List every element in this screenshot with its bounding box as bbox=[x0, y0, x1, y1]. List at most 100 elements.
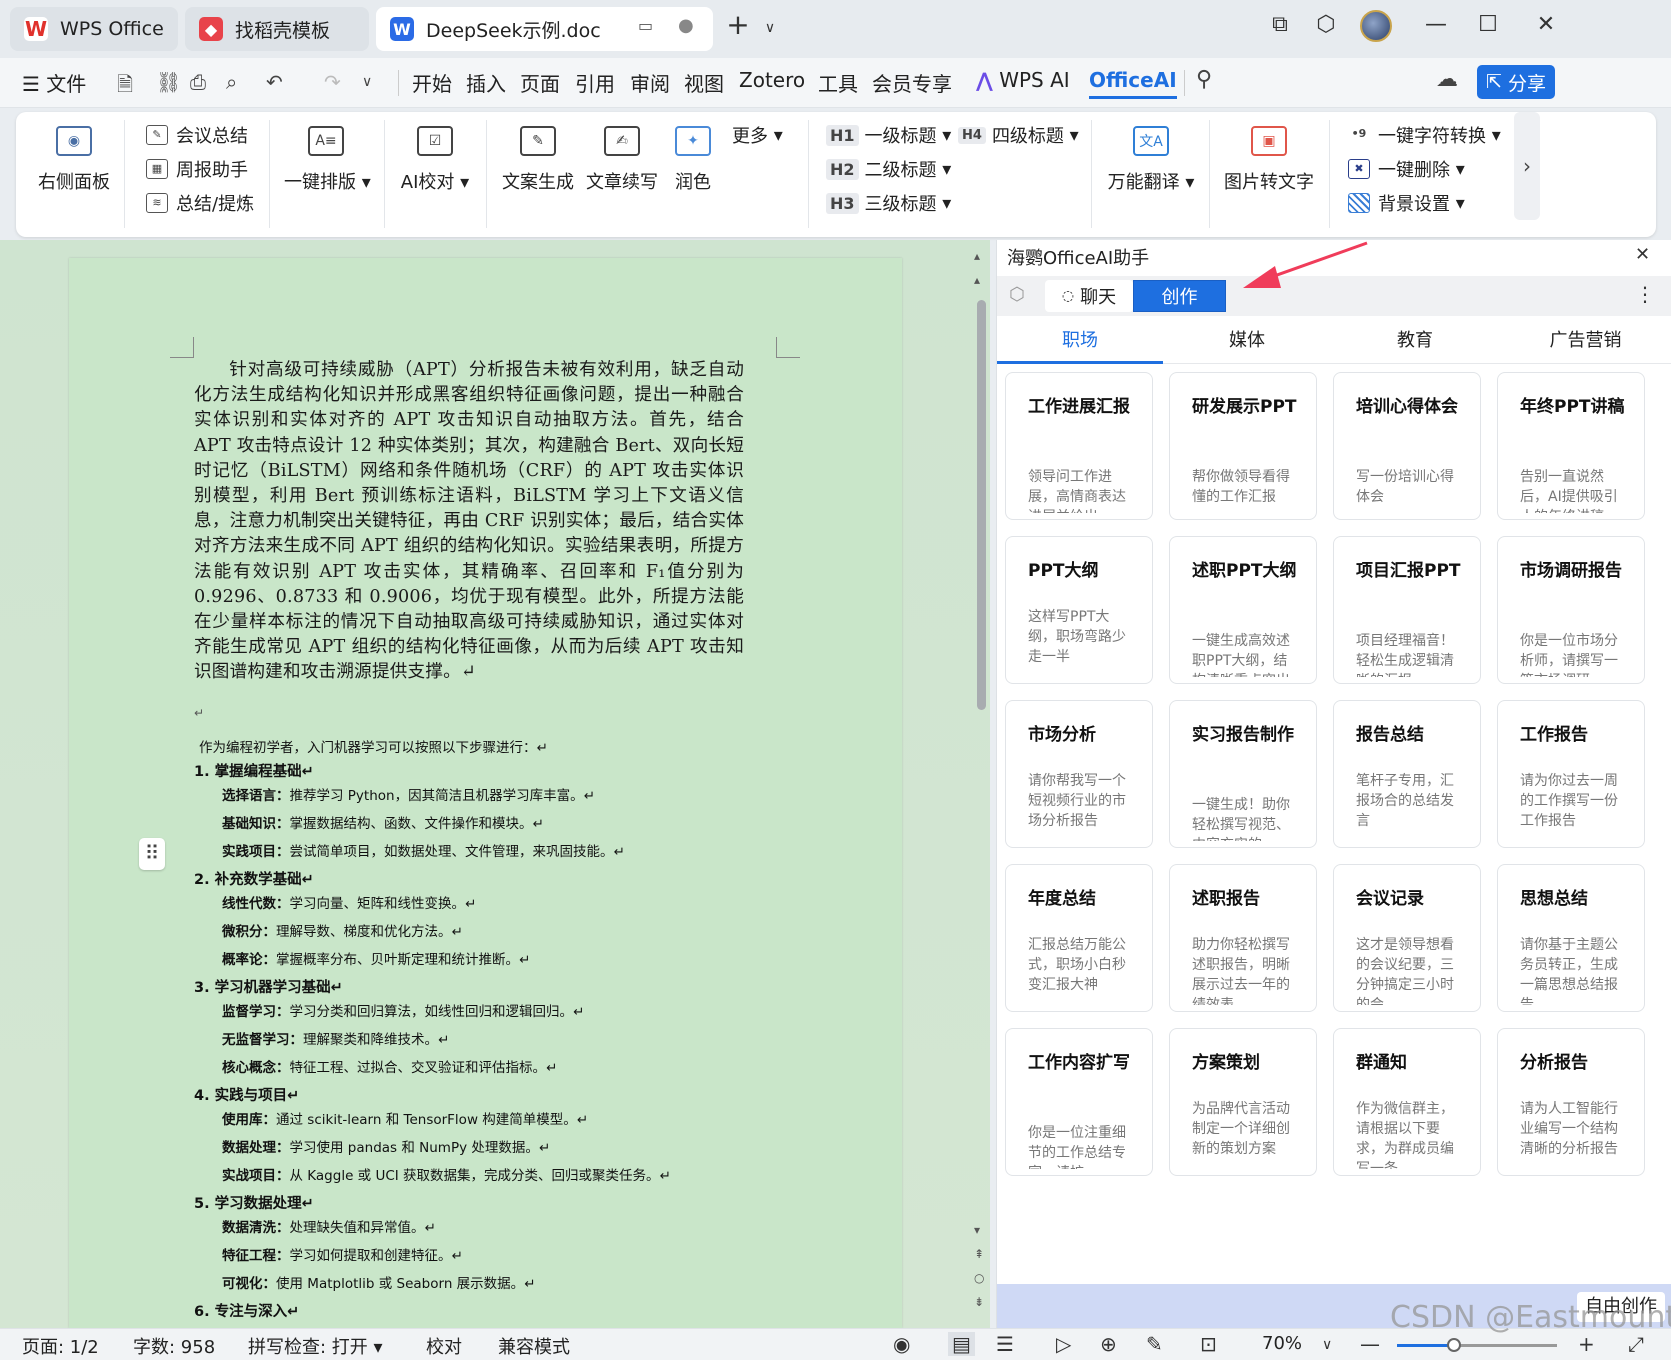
step-item[interactable]: 使用库：通过 scikit-learn 和 TensorFlow 构建简单模型。… bbox=[222, 1108, 588, 1128]
web-view-icon[interactable]: ⊕ bbox=[1100, 1332, 1117, 1356]
chevron-down-icon[interactable]: ∨ bbox=[752, 20, 788, 36]
drag-handle-icon[interactable]: ⠿ bbox=[139, 838, 165, 870]
menu-officeai[interactable]: OfficeAI bbox=[1089, 68, 1177, 99]
step-item[interactable]: 实战项目：从 Kaggle 或 UCI 获取数据集，完成分类、回归或聚类任务。↵ bbox=[222, 1164, 671, 1184]
ribbon-scroll-right-icon[interactable]: › bbox=[1514, 112, 1540, 220]
step-item[interactable]: 选择语言：推荐学习 Python，因其简洁且机器学习库丰富。↵ bbox=[222, 784, 595, 804]
step-item[interactable]: 数据处理：学习使用 pandas 和 NumPy 处理数据。↵ bbox=[222, 1136, 550, 1156]
outline-view-icon[interactable]: ☰ bbox=[996, 1332, 1014, 1356]
undo-icon[interactable]: ↶ bbox=[266, 70, 283, 94]
page-view-icon[interactable]: ▤ bbox=[948, 1332, 975, 1356]
prev-page-icon[interactable]: ⇞ bbox=[974, 1247, 984, 1261]
next-page-icon[interactable]: ⇟ bbox=[974, 1295, 984, 1309]
menu-insert[interactable]: 插入 bbox=[466, 68, 506, 97]
step-item[interactable]: 线性代数：学习向量、矩阵和线性变换。↵ bbox=[222, 892, 476, 912]
menu-reference[interactable]: 引用 bbox=[575, 68, 615, 97]
page-indicator[interactable]: 页面: 1/2 bbox=[22, 1333, 99, 1359]
zoom-in-icon[interactable]: + bbox=[1578, 1332, 1595, 1356]
template-card[interactable]: 分析报告 请为人工智能行业编写一个结构清晰的分析报告 bbox=[1497, 1028, 1645, 1176]
monitor-icon[interactable]: ▭ bbox=[638, 16, 653, 35]
step-item[interactable]: 实践项目：尝试简单项目，如数据处理、文件管理，来巩固技能。↵ bbox=[222, 840, 625, 860]
scroll-down-icon[interactable]: ▾ bbox=[974, 1223, 980, 1237]
proofread-status[interactable]: 校对 bbox=[426, 1333, 462, 1359]
h2-button[interactable]: H2 二级标题 ▾ bbox=[826, 156, 951, 182]
zoom-out-icon[interactable]: — bbox=[1360, 1332, 1380, 1356]
play-icon[interactable]: ▷ bbox=[1056, 1332, 1071, 1356]
step-heading[interactable]: 6. 专注与深入↵ bbox=[194, 1300, 299, 1321]
new-tab-icon[interactable]: + bbox=[720, 8, 756, 41]
eye-protect-icon[interactable]: ◉ bbox=[893, 1332, 910, 1356]
tab-deepseek-doc[interactable]: W DeepSeek示例.doc ▭ ● bbox=[376, 7, 713, 51]
more-vertical-icon[interactable]: ⋮ bbox=[1635, 282, 1655, 306]
template-card[interactable]: 培训心得体会 写一份培训心得体会 bbox=[1333, 372, 1481, 520]
cloud-upload-icon[interactable]: ☁ bbox=[1436, 67, 1458, 92]
redo-icon[interactable]: ↷ bbox=[324, 70, 341, 94]
fit-page-icon[interactable]: ⊡ bbox=[1200, 1332, 1217, 1356]
link-icon[interactable]: ⛓ bbox=[156, 70, 181, 94]
step-item[interactable]: 特征工程：学习如何提取和创建特征。↵ bbox=[222, 1244, 463, 1264]
template-card[interactable]: 年度总结 汇报总结万能公式，职场小白秒变汇报大神 bbox=[1005, 864, 1153, 1012]
avatar[interactable] bbox=[1360, 10, 1392, 42]
step-item[interactable]: 微积分：理解导数、梯度和优化方法。↵ bbox=[222, 920, 463, 940]
h1-button[interactable]: H1 一级标题 ▾ bbox=[826, 122, 951, 148]
step-item[interactable]: 数据清洗：处理缺失值和异常值。↵ bbox=[222, 1216, 436, 1236]
pen-icon[interactable]: ✎ bbox=[1146, 1332, 1163, 1356]
template-card[interactable]: 会议记录 这才是领导想看的会议纪要，三分钟搞定三小时的会 bbox=[1333, 864, 1481, 1012]
one-click-format-button[interactable]: A≡ 一键排版 ▾ bbox=[284, 126, 371, 194]
print-preview-icon[interactable]: ⌕ bbox=[226, 70, 237, 94]
template-card[interactable]: 述职PPT大纲一键生成高效述职PPT大纲，结构清晰重点突出 bbox=[1169, 536, 1317, 684]
step-heading[interactable]: 4. 实践与项目↵ bbox=[194, 1084, 299, 1105]
tab-docer[interactable]: ◆ 找稻壳模板 bbox=[185, 7, 369, 51]
template-card[interactable]: 思想总结 请你基于主题公务员转正，生成一篇思想总结报告 bbox=[1497, 864, 1645, 1012]
more-button[interactable]: 更多 ▾ bbox=[732, 122, 783, 148]
category-tab-media[interactable]: 媒体 bbox=[1163, 324, 1331, 364]
step-heading[interactable]: 1. 掌握编程基础↵ bbox=[194, 760, 314, 781]
menu-page[interactable]: 页面 bbox=[520, 68, 560, 97]
step-item[interactable]: 无监督学习：理解聚类和降维技术。↵ bbox=[222, 1028, 449, 1048]
h4-button[interactable]: H4 四级标题 ▾ bbox=[958, 122, 1079, 148]
step-heading[interactable]: 5. 学习数据处理↵ bbox=[194, 1192, 314, 1213]
background-button[interactable]: 背景设置 ▾ bbox=[1348, 190, 1465, 216]
scrollbar-thumb[interactable] bbox=[977, 300, 986, 710]
close-icon[interactable]: ✕ bbox=[1528, 12, 1564, 37]
template-card[interactable]: 方案策划 为品牌代言活动制定一个详细创新的策划方案 bbox=[1169, 1028, 1317, 1176]
ai-proofread-button[interactable]: ☑ AI校对 ▾ bbox=[399, 126, 471, 194]
print-icon[interactable]: ⎙ bbox=[190, 70, 206, 94]
tab-wps-office[interactable]: W WPS Office bbox=[10, 7, 178, 51]
chevron-down-icon[interactable]: ∨ bbox=[1322, 1337, 1332, 1353]
template-card[interactable]: 市场调研报告你是一位市场分析师，请撰写一篇市场调研 bbox=[1497, 536, 1645, 684]
cube-icon[interactable]: ⬡ bbox=[1308, 12, 1344, 37]
share-button[interactable]: ⇱ 分享 bbox=[1477, 65, 1555, 99]
translate-button[interactable]: 文A 万能翻译 ▾ bbox=[1106, 126, 1196, 194]
continue-write-button[interactable]: ✍ 文章续写 bbox=[586, 126, 658, 194]
template-card[interactable]: 工作内容扩写你是一位注重细节的工作总结专家，请扩 bbox=[1005, 1028, 1153, 1176]
menu-member[interactable]: 会员专享 bbox=[872, 68, 952, 97]
vertical-scrollbar[interactable]: ▴ ▴ ▾ ⇞ ○ ⇟ bbox=[973, 245, 989, 1325]
wps-ai-menu[interactable]: ⋀ WPS AI bbox=[976, 68, 1070, 92]
step-item[interactable]: 基础知识：掌握数据结构、函数、文件操作和模块。↵ bbox=[222, 812, 544, 832]
category-tab-workplace[interactable]: 职场 bbox=[997, 324, 1163, 364]
select-browse-icon[interactable]: ○ bbox=[974, 1271, 984, 1285]
category-tab-advertising[interactable]: 广告营销 bbox=[1499, 324, 1671, 364]
template-card[interactable]: 年终PPT讲稿告别一直说然后，AI提供吸引人的年终讲稿 bbox=[1497, 372, 1645, 520]
step-heading[interactable]: 3. 学习机器学习基础↵ bbox=[194, 976, 343, 997]
save-icon[interactable]: 🗎 bbox=[117, 70, 133, 104]
create-tab[interactable]: 创作 bbox=[1133, 280, 1226, 312]
word-count[interactable]: 字数: 958 bbox=[133, 1333, 215, 1359]
menu-review[interactable]: 审阅 bbox=[630, 68, 670, 97]
scroll-up-icon[interactable]: ▴ bbox=[974, 249, 980, 263]
zoom-level[interactable]: 70% bbox=[1262, 1333, 1302, 1354]
file-menu[interactable]: ☰ 文件 bbox=[22, 68, 86, 97]
step-heading[interactable]: 2. 补充数学基础↵ bbox=[194, 868, 314, 889]
minimize-icon[interactable]: — bbox=[1418, 12, 1454, 37]
template-card[interactable]: 工作报告 请为你过去一周的工作撰写一份工作报告 bbox=[1497, 700, 1645, 848]
summarize-button[interactable]: ≋ 总结/提炼 bbox=[146, 190, 254, 216]
zoom-slider-knob[interactable] bbox=[1447, 1338, 1461, 1352]
step-item[interactable]: 核心概念：特征工程、过拟合、交叉验证和评估指标。↵ bbox=[222, 1056, 557, 1076]
meeting-summary-button[interactable]: ✎ 会议总结 bbox=[146, 122, 248, 148]
template-card[interactable]: 项目汇报PPT 项目经理福音！轻松生成逻辑清晰的汇报 bbox=[1333, 536, 1481, 684]
chevron-down-icon[interactable]: ∨ bbox=[362, 74, 372, 90]
template-card[interactable]: 述职报告 助力你轻松撰写述职报告，明晰展示过去一年的绩效表 bbox=[1169, 864, 1317, 1012]
step-item[interactable]: 监督学习：学习分类和回归算法，如线性回归和逻辑回归。↵ bbox=[222, 1000, 584, 1020]
template-card[interactable]: 报告总结 笔杆子专用，汇报场合的总结发言 bbox=[1333, 700, 1481, 848]
